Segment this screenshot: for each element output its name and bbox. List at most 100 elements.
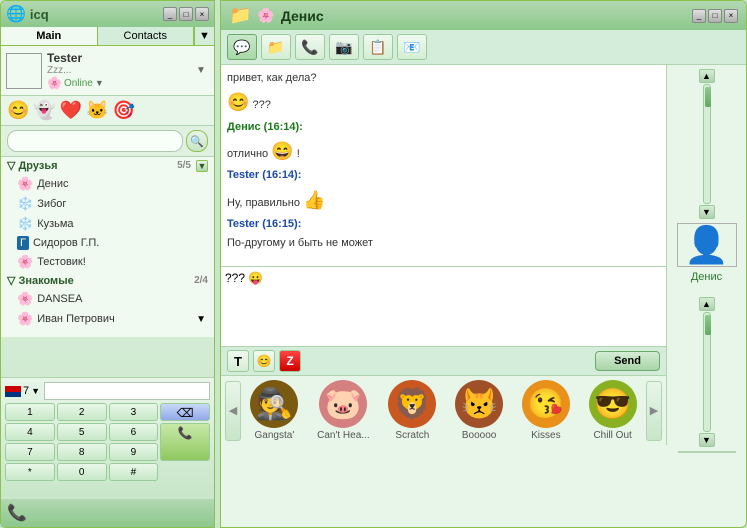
smiley-canthear-label: Can't Hea...	[317, 430, 370, 441]
phone-btn-5[interactable]: 5	[57, 423, 107, 441]
right-scroll-up2-btn[interactable]: ▲	[699, 297, 715, 311]
icq-titlebar: 🌐 icq _ □ ×	[1, 1, 214, 27]
msg-8-text: По-другому и быть не может	[227, 237, 373, 249]
phone-btn-4[interactable]: 4	[5, 423, 55, 441]
phone-number-input[interactable]	[44, 382, 210, 400]
smiley-booooo-img: 😾	[455, 380, 503, 428]
expand-btn[interactable]: ▼	[194, 27, 214, 45]
me-info: Tester Zzz... 🌸 Online ▼	[47, 51, 188, 90]
phone-btn-call[interactable]: 📞	[160, 423, 210, 461]
smiley-kisses-label: Kisses	[531, 430, 560, 441]
msg-2-text: ???	[252, 99, 270, 111]
mood-icon-1[interactable]: 😊	[7, 100, 29, 121]
smileys-next-btn[interactable]: ▶	[646, 381, 662, 441]
phone-btn-6[interactable]: 6	[109, 423, 159, 441]
format-text-btn[interactable]: T	[227, 350, 249, 372]
status-dropdown-icon[interactable]: ▼	[95, 78, 104, 88]
contact-avatar-right: 👤	[677, 223, 737, 267]
toolbar-call-btn[interactable]: 📞	[295, 34, 325, 60]
msg-2-emoji: 😊	[227, 92, 249, 112]
tab-contacts[interactable]: Contacts	[98, 27, 195, 45]
search-button[interactable]: 🔍	[186, 130, 208, 152]
smiley-chillout[interactable]: 😎 Chill Out	[589, 380, 637, 441]
country-code: 7	[23, 385, 29, 397]
toolbar-history-btn[interactable]: 💬	[227, 34, 257, 60]
smiley-chillout-label: Chill Out	[593, 430, 631, 441]
right-panel: ▲ ▼ 👤 Денис ▲ ▼	[666, 65, 746, 445]
mood-icon-5[interactable]: 🎯	[113, 100, 135, 121]
smileys-prev-btn[interactable]: ◀	[225, 381, 241, 441]
insert-z-btn[interactable]: Z	[279, 350, 301, 372]
mood-icon-3[interactable]: ❤️	[60, 100, 82, 121]
contact-ivan[interactable]: 🌸 Иван Петрович ▼	[1, 309, 214, 329]
group-scroll-btn[interactable]: ▼	[196, 160, 208, 172]
right-scroll-down2-btn[interactable]: ▼	[699, 433, 715, 447]
smiley-canthear[interactable]: 🐷 Can't Hea...	[317, 380, 370, 441]
contact-kuzma[interactable]: ❄️ Кузьма	[1, 214, 214, 234]
toolbar-video-btn[interactable]: 📷	[329, 34, 359, 60]
chat-close-btn[interactable]: ×	[724, 9, 738, 23]
toolbar-info-btn[interactable]: 📋	[363, 34, 393, 60]
contact-sidorov[interactable]: Г Сидоров Г.П.	[1, 234, 214, 252]
me-status-badge[interactable]: 🌸 Online ▼	[47, 76, 104, 90]
contact-name-denis: Денис	[37, 178, 68, 190]
phone-btn-star[interactable]: *	[5, 463, 55, 481]
phone-btn-1[interactable]: 1	[5, 403, 55, 421]
toolbar-files-btn[interactable]: 📁	[261, 34, 291, 60]
icq-tabs: Main Contacts ▼	[1, 27, 214, 46]
group-acquaintances-header[interactable]: ▽ Знакомые 2/4	[1, 272, 214, 289]
country-dropdown-icon[interactable]: ▼	[31, 386, 40, 396]
group-friends-header[interactable]: ▽ Друзья 5/5 ▼	[1, 157, 214, 174]
phone-section: 7 ▼ 1 2 3 ⌫ 4 5 6 📞 7 8 9 * 0 #	[1, 377, 214, 497]
me-name: Tester	[47, 51, 188, 65]
search-input[interactable]	[7, 130, 183, 152]
contact-icon-sidorov: Г	[17, 236, 29, 250]
chat-toolbar: 💬 📁 📞 📷 📋 📧	[221, 30, 746, 65]
phone-btn-del[interactable]: ⌫	[160, 403, 210, 421]
chat-body: привет, как дела? 😊 ??? Денис (16:14): о…	[221, 65, 746, 445]
bottom-phone-icon[interactable]: 📞	[7, 503, 27, 523]
messages-scroll[interactable]: привет, как дела? 😊 ??? Денис (16:14): о…	[221, 65, 666, 266]
phone-btn-hash[interactable]: #	[109, 463, 159, 481]
phone-btn-9[interactable]: 9	[109, 443, 159, 461]
input-area: ??? 😛	[221, 266, 666, 346]
phone-btn-2[interactable]: 2	[57, 403, 107, 421]
smiley-gangsta-label: Gangsta'	[255, 430, 295, 441]
icq-window: 🌐 icq _ □ × Main Contacts ▼ Tester Zzz..…	[0, 0, 215, 528]
contact-name-testovic: Тестовик!	[37, 256, 86, 268]
phone-btn-7[interactable]: 7	[5, 443, 55, 461]
chat-minimize-btn[interactable]: _	[692, 9, 706, 23]
insert-emoji-btn[interactable]: 😊	[253, 350, 275, 372]
msg-5-sender-name: Tester (16:14):	[227, 169, 301, 181]
chat-title: Денис	[281, 8, 324, 24]
country-selector[interactable]: 7 ▼	[5, 385, 40, 397]
icq-close-btn[interactable]: ×	[195, 7, 209, 21]
msg-4-emoji: 😄	[271, 141, 293, 161]
contact-name-ivan: Иван Петрович	[37, 313, 115, 325]
contact-zibog[interactable]: ❄️ Зибог	[1, 194, 214, 214]
icq-maximize-btn[interactable]: □	[179, 7, 193, 21]
me-expand-btn[interactable]: ▼	[193, 53, 209, 89]
toolbar-email-btn[interactable]: 📧	[397, 34, 427, 60]
phone-btn-0[interactable]: 0	[57, 463, 107, 481]
contact-expand-btn[interactable]: ▼	[196, 314, 206, 325]
mood-icon-4[interactable]: 🐱	[86, 100, 108, 121]
chat-maximize-btn[interactable]: □	[708, 9, 722, 23]
right-scroll-down-btn[interactable]: ▼	[699, 205, 715, 219]
mood-icon-2[interactable]: 👻	[33, 100, 55, 121]
moods-bar: 😊 👻 ❤️ 🐱 🎯	[1, 96, 214, 126]
phone-btn-8[interactable]: 8	[57, 443, 107, 461]
right-scroll-up-btn[interactable]: ▲	[699, 69, 715, 83]
smiley-gangsta[interactable]: 🕵 Gangsta'	[250, 380, 298, 441]
send-button[interactable]: Send	[595, 351, 660, 371]
contact-dansea[interactable]: 🌸 DANSEA	[1, 289, 214, 309]
contact-denis[interactable]: 🌸 Денис	[1, 174, 214, 194]
icq-minimize-btn[interactable]: _	[163, 7, 177, 21]
smiley-booooo[interactable]: 😾 Booooo	[455, 380, 503, 441]
message-input[interactable]: ??? 😛	[225, 271, 662, 342]
smiley-kisses[interactable]: 😘 Kisses	[522, 380, 570, 441]
contact-testovic[interactable]: 🌸 Тестовик!	[1, 252, 214, 272]
smiley-scratch[interactable]: 🦁 Scratch	[388, 380, 436, 441]
phone-btn-3[interactable]: 3	[109, 403, 159, 421]
tab-main[interactable]: Main	[1, 27, 98, 45]
